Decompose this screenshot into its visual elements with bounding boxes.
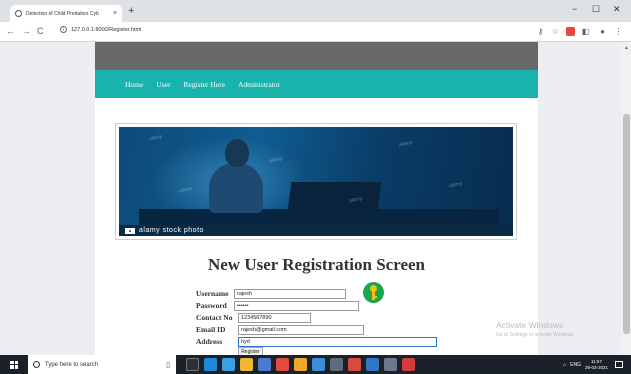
- activate-subtitle: Go to Settings to activate Windows.: [496, 332, 575, 338]
- search-icon: [33, 361, 40, 368]
- browser-tab[interactable]: Detection of Child Predators Cyb ×: [10, 5, 122, 22]
- app-icon[interactable]: [348, 358, 361, 371]
- main-menu: Home User Register Here Administrator: [95, 70, 538, 98]
- task-view-icon[interactable]: [186, 358, 199, 371]
- browser-tab-strip: Detection of Child Predators Cyb × + − ☐…: [0, 0, 631, 22]
- page-scrollbar[interactable]: ▲: [622, 42, 631, 355]
- address-label: Address: [196, 337, 223, 346]
- contact-field[interactable]: 1234567890: [238, 312, 311, 323]
- language-indicator[interactable]: ENG: [570, 362, 581, 368]
- reload-button[interactable]: C: [37, 26, 44, 36]
- contact-row: Contact No 1234567890: [196, 312, 311, 323]
- menu-dots-icon[interactable]: ⋮: [614, 27, 623, 36]
- menu-item-home[interactable]: Home: [125, 80, 143, 89]
- password-field[interactable]: ••••••: [234, 300, 359, 311]
- page-title: New User Registration Screen: [207, 255, 425, 274]
- system-tray: ⌂ ENG 11:57 29-03-2021: [563, 355, 623, 374]
- windows-logo-icon: [10, 360, 18, 369]
- username-label: Username: [196, 289, 229, 298]
- banner-frame: alamy alamy alamy alamy alamy alamy a al…: [115, 123, 517, 240]
- register-button[interactable]: Register: [238, 347, 263, 355]
- banner-credit: alamy stock photo: [139, 227, 204, 234]
- banner-image: alamy alamy alamy alamy alamy alamy a al…: [119, 127, 513, 236]
- page-viewport: Home User Register Here Administrator al…: [0, 42, 622, 355]
- page-header: [95, 42, 538, 70]
- password-row: Password ••••••: [196, 300, 359, 311]
- scroll-thumb[interactable]: [623, 114, 630, 334]
- forward-button[interactable]: →: [22, 26, 31, 36]
- password-label: Password: [196, 301, 227, 310]
- menu-item-user[interactable]: User: [156, 80, 170, 89]
- scroll-up-icon[interactable]: ▲: [624, 45, 629, 51]
- taskbar: Type here to search ▯ ⌂ ENG 11:57 29-03-…: [0, 355, 631, 374]
- app-icon[interactable]: [384, 358, 397, 371]
- key-icon[interactable]: ⚷: [536, 27, 545, 36]
- email-field[interactable]: rajesh@gmail.com: [238, 324, 364, 335]
- pdf-icon[interactable]: [402, 358, 415, 371]
- globe-icon: [15, 10, 22, 17]
- notification-icon[interactable]: [615, 361, 623, 368]
- clock[interactable]: 11:57 29-03-2021: [585, 359, 608, 371]
- close-window-button[interactable]: ✕: [613, 4, 621, 15]
- email-row: Email ID rajesh@gmail.com: [196, 324, 364, 335]
- person-figure: [207, 137, 263, 213]
- minimize-button[interactable]: −: [572, 4, 577, 14]
- info-icon[interactable]: i: [60, 26, 67, 33]
- alamy-logo: a: [125, 227, 135, 234]
- page-container: Home User Register Here Administrator al…: [95, 42, 538, 355]
- url-text[interactable]: 127.0.0.1:8000/Register.html: [71, 27, 141, 33]
- watermark: alamy: [398, 139, 413, 149]
- menu-item-administrator[interactable]: Administrator: [238, 80, 280, 89]
- network-icon[interactable]: ⌂: [563, 362, 566, 368]
- address-field[interactable]: hyd: [238, 336, 437, 347]
- app-icon[interactable]: [330, 358, 343, 371]
- tab-close-icon[interactable]: ×: [113, 10, 117, 17]
- contact-label: Contact No: [196, 313, 233, 322]
- edge-icon[interactable]: [204, 358, 217, 371]
- laptop-figure: [286, 182, 382, 218]
- banner-credit-bar: a alamy stock photo: [119, 225, 513, 236]
- extension-icon[interactable]: [566, 27, 575, 36]
- search-placeholder[interactable]: Type here to search: [45, 362, 161, 368]
- app-icon[interactable]: [276, 358, 289, 371]
- username-field[interactable]: rajesh: [234, 288, 346, 299]
- extensions-puzzle-icon[interactable]: ◧: [581, 27, 590, 36]
- tab-title: Detection of Child Predators Cyb: [26, 10, 99, 17]
- clock-date: 29-03-2021: [584, 364, 608, 370]
- star-icon[interactable]: ☆: [551, 27, 560, 36]
- profile-icon[interactable]: ●: [598, 27, 607, 36]
- address-row: Address hyd: [196, 336, 437, 347]
- app-icon[interactable]: [258, 358, 271, 371]
- back-button[interactable]: ←: [6, 26, 15, 36]
- taskbar-search[interactable]: Type here to search ▯: [28, 355, 176, 374]
- username-row: Username rajesh: [196, 288, 346, 299]
- start-button[interactable]: [0, 355, 28, 374]
- browser-toolbar: ← → C i 127.0.0.1:8000/Register.html ⚷ ☆…: [0, 22, 631, 42]
- app-icon[interactable]: [366, 358, 379, 371]
- email-label: Email ID: [196, 325, 226, 334]
- password-key-icon[interactable]: [363, 282, 384, 303]
- maximize-button[interactable]: ☐: [592, 4, 600, 15]
- firefox-icon[interactable]: [294, 358, 307, 371]
- microphone-icon[interactable]: ▯: [166, 361, 176, 369]
- file-explorer-icon[interactable]: [240, 358, 253, 371]
- watermark: alamy: [448, 180, 463, 190]
- taskbar-apps: [186, 358, 415, 371]
- menu-item-register[interactable]: Register Here: [184, 80, 225, 89]
- address-bar[interactable]: i 127.0.0.1:8000/Register.html: [60, 26, 141, 33]
- new-tab-button[interactable]: +: [128, 6, 134, 17]
- activate-windows-watermark: Activate Windows Go to Settings to activ…: [496, 320, 575, 338]
- app-icon[interactable]: [312, 358, 325, 371]
- activate-title: Activate Windows: [496, 320, 564, 330]
- store-icon[interactable]: [222, 358, 235, 371]
